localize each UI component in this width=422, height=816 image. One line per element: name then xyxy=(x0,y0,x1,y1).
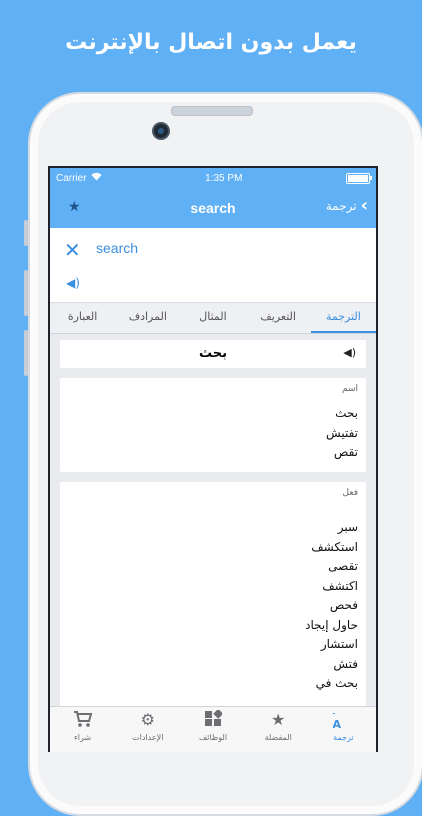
back-button[interactable]: › ترجمة xyxy=(325,195,368,216)
translate-icon: TA xyxy=(311,710,376,731)
part-of-speech: فعل xyxy=(342,488,358,498)
list-item[interactable]: حاول إيجاد xyxy=(68,616,358,636)
tab-definition[interactable]: التعريف xyxy=(246,303,311,333)
list-item[interactable]: فحص xyxy=(68,596,358,616)
sense-noun: اسم بحث تفتيش تقص xyxy=(60,378,366,472)
wifi-icon xyxy=(91,172,102,184)
tab-phrase[interactable]: العبارة xyxy=(50,303,115,333)
tab-synonym[interactable]: المرادف xyxy=(115,303,180,333)
list-item[interactable]: بحث xyxy=(68,404,358,424)
app-screen: Carrier 1:35 PM ★ search › ترجمة ✕ searc… xyxy=(48,166,378,752)
tab-example[interactable]: المثال xyxy=(180,303,245,333)
sense-verb: فعل سبر استكشف تقصى اكتشف فحص حاول إيجاد… xyxy=(60,482,366,711)
bottom-tab-bar: TA ترجمة ★ المفضلة الوظائف ⚙ الإعدادات ش… xyxy=(50,706,376,752)
clear-icon[interactable]: ✕ xyxy=(64,238,81,262)
battery-icon xyxy=(346,172,372,184)
chevron-right-icon: › xyxy=(360,195,368,216)
tabbar-item-purchase[interactable]: شراء xyxy=(50,707,115,752)
tabbar-item-translate[interactable]: TA ترجمة xyxy=(311,707,376,752)
list-item[interactable]: تفتيش xyxy=(68,424,358,444)
tabbar-label: ترجمة xyxy=(333,733,354,742)
search-area: ✕ search ◀) xyxy=(50,228,376,303)
part-of-speech: اسم xyxy=(341,384,358,394)
tabbar-label: المفضلة xyxy=(264,733,292,742)
svg-text:A: A xyxy=(333,718,341,730)
list-item[interactable]: استشار xyxy=(68,635,358,655)
list-item[interactable]: تقصى xyxy=(68,557,358,577)
translation-list: بحث تفتيش تقص xyxy=(68,404,358,463)
tabbar-item-settings[interactable]: ⚙ الإعدادات xyxy=(115,707,180,752)
promo-headline: يعمل بدون اتصال بالإنترنت xyxy=(65,30,357,55)
list-item[interactable]: تقص xyxy=(68,443,358,463)
list-item[interactable]: اكتشف xyxy=(68,577,358,597)
result-tabs: الترجمة التعريف المثال المرادف العبارة xyxy=(50,303,376,334)
list-item[interactable]: استكشف xyxy=(68,538,358,558)
nav-bar: ★ search › ترجمة xyxy=(50,188,376,228)
speaker-icon[interactable]: ◀) xyxy=(66,276,80,290)
tabbar-label: شراء xyxy=(74,733,92,742)
widgets-icon xyxy=(180,708,245,730)
gear-icon: ⚙ xyxy=(140,710,155,729)
tab-translation[interactable]: الترجمة xyxy=(310,303,376,333)
status-bar: Carrier 1:35 PM xyxy=(50,168,376,188)
phone-earpiece xyxy=(171,106,253,116)
status-time: 1:35 PM xyxy=(205,172,243,184)
favorite-star-icon[interactable]: ★ xyxy=(68,199,81,215)
nav-title: search xyxy=(190,200,236,216)
search-input[interactable]: search xyxy=(96,240,138,256)
list-item[interactable]: بحث في xyxy=(68,674,358,694)
list-item[interactable]: فتش xyxy=(68,655,358,675)
cart-icon xyxy=(50,710,115,730)
tabbar-item-widgets[interactable]: الوظائف xyxy=(180,707,245,752)
phone-volume-down xyxy=(24,330,28,376)
back-label: ترجمة xyxy=(325,199,357,213)
tabbar-label: الإعدادات xyxy=(132,733,164,742)
tabbar-item-favorites[interactable]: ★ المفضلة xyxy=(246,707,311,752)
phone-camera xyxy=(152,122,170,140)
main-word-card: بحث ◀) xyxy=(60,340,366,368)
tabbar-label: الوظائف xyxy=(198,733,228,742)
phone-volume-up xyxy=(24,270,28,316)
translation-list: سبر استكشف تقصى اكتشف فحص حاول إيجاد است… xyxy=(68,518,358,694)
phone-side-button xyxy=(24,220,28,246)
list-item[interactable]: سبر xyxy=(68,518,358,538)
carrier-label: Carrier xyxy=(56,172,87,184)
main-word: بحث xyxy=(198,346,227,361)
star-icon: ★ xyxy=(271,710,286,729)
word-speaker-icon[interactable]: ◀) xyxy=(343,346,356,359)
